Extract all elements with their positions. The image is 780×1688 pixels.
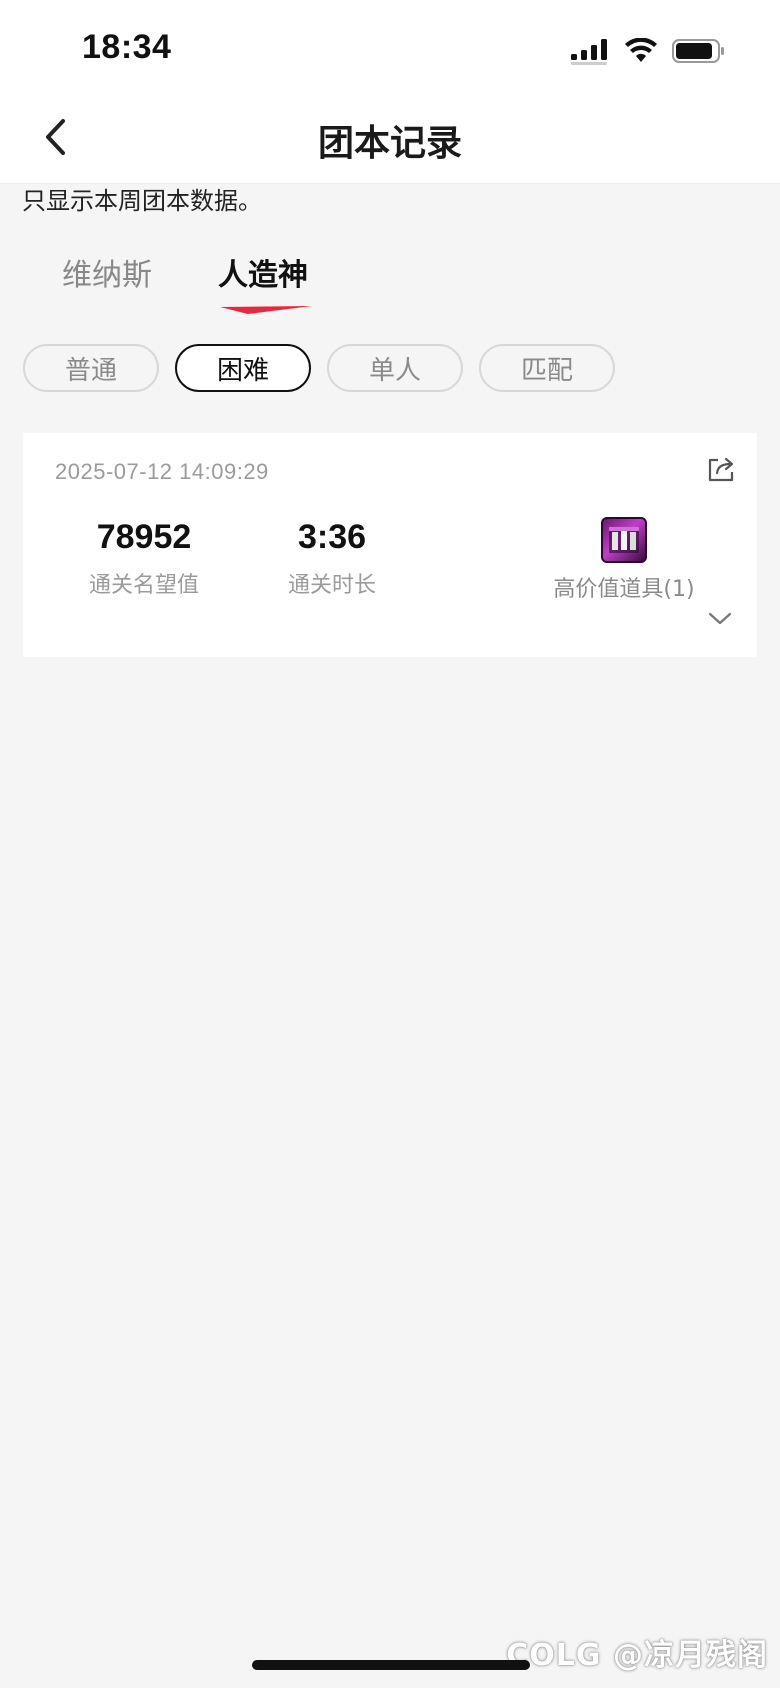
fame-value: 78952 (96, 518, 192, 556)
cellular-signal-icon (571, 39, 607, 65)
high-value-items-label: 高价值道具(1) (553, 577, 695, 602)
tab-artificial-god[interactable]: 人造神 (218, 250, 308, 294)
record-datetime: 2025-07-12 14:09:29 (55, 459, 269, 484)
tab-venus[interactable]: 维纳斯 (62, 250, 152, 294)
duration-label: 通关时长 (287, 573, 376, 598)
watermark: COLG @凉月残阁 (506, 1638, 768, 1673)
status-time: 18:34 (82, 28, 172, 66)
filter-hard[interactable]: 困难 (175, 344, 311, 392)
status-icons (570, 36, 726, 66)
battery-icon (672, 39, 724, 63)
chevron-down-icon[interactable] (707, 609, 733, 629)
wifi-icon (625, 38, 657, 62)
duration-value: 3:36 (297, 518, 367, 556)
high-value-items[interactable]: 高价值道具(1) (549, 517, 699, 603)
filter-match[interactable]: 匹配 (479, 344, 615, 392)
notice-text: 只显示本周团本数据。 (22, 187, 262, 215)
filter-solo[interactable]: 单人 (327, 344, 463, 392)
top-bar: 18:34 团本记录 (0, 0, 780, 184)
home-indicator (252, 1660, 530, 1670)
item-icon (601, 517, 647, 563)
raid-tabs: 维纳斯 人造神 (0, 250, 780, 330)
fame-stat: 78952 通关名望值 (69, 517, 219, 599)
share-icon[interactable] (705, 453, 737, 485)
page-title: 团本记录 (317, 123, 462, 164)
difficulty-filters: 普通 困难 单人 匹配 (23, 344, 615, 392)
active-tab-indicator (220, 306, 312, 314)
fame-label: 通关名望值 (88, 573, 199, 598)
raid-record-card[interactable]: 2025-07-12 14:09:29 78952 通关名望值 3:36 通关时… (23, 433, 757, 657)
duration-stat: 3:36 通关时长 (257, 517, 407, 599)
filter-normal[interactable]: 普通 (23, 344, 159, 392)
